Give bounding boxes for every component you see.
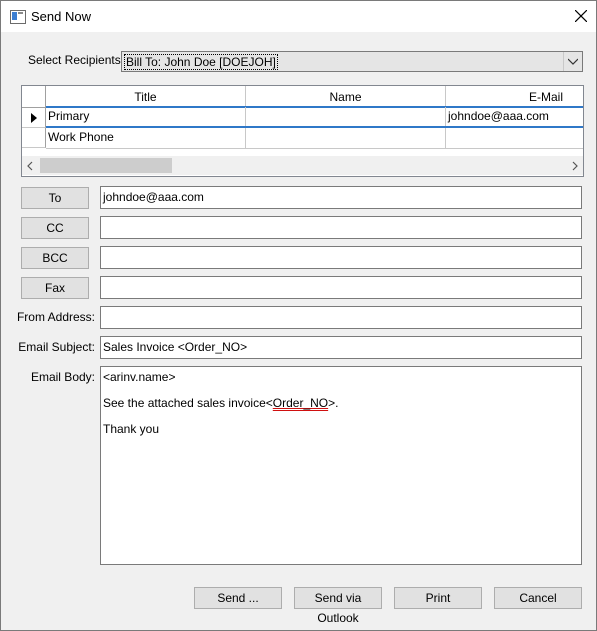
body-line-1: <arinv.name> xyxy=(103,370,176,384)
email-subject-label: Email Subject: xyxy=(18,340,95,354)
body-line-2-prefix: See the attached sales invoice< xyxy=(103,396,273,410)
recipients-grid[interactable]: Title Name E-Mail Primary johndoe@aaa.co… xyxy=(21,85,584,177)
fax-button[interactable]: Fax xyxy=(21,277,89,299)
cancel-button[interactable]: Cancel xyxy=(494,587,582,609)
print-button[interactable]: Print xyxy=(394,587,482,609)
cc-field[interactable] xyxy=(100,216,582,239)
grid-cell-name[interactable] xyxy=(246,128,446,149)
email-subject-field[interactable]: Sales Invoice <Order_NO> xyxy=(100,336,582,359)
close-button[interactable] xyxy=(566,1,596,32)
recipients-selected-value: Bill To: John Doe [DOEJOH] xyxy=(124,54,278,70)
scroll-right-button[interactable] xyxy=(566,156,583,175)
bcc-field[interactable] xyxy=(100,246,582,269)
horizontal-scrollbar[interactable] xyxy=(22,156,583,175)
column-header-title[interactable]: Title xyxy=(46,86,246,107)
app-window-icon xyxy=(10,10,26,24)
body-line-3: Thank you xyxy=(103,422,160,436)
email-body-textarea[interactable]: <arinv.name> See the attached sales invo… xyxy=(100,366,582,565)
grid-cell-email[interactable] xyxy=(446,128,583,149)
scroll-left-button[interactable] xyxy=(22,156,39,175)
grid-cell-title[interactable]: Work Phone xyxy=(46,128,246,149)
chevron-down-icon xyxy=(568,58,578,65)
bcc-button[interactable]: BCC xyxy=(21,247,89,269)
body-line-2: See the attached sales invoice<Order_NO>… xyxy=(103,396,338,410)
close-icon xyxy=(575,10,587,22)
row-header-current[interactable] xyxy=(22,108,46,128)
send-now-dialog: Send Now Select Recipients: Bill To: Joh… xyxy=(0,0,597,631)
grid-cell-name[interactable] xyxy=(246,107,446,128)
send-button[interactable]: Send ... xyxy=(194,587,282,609)
title-bar: Send Now xyxy=(1,1,596,32)
cc-button[interactable]: CC xyxy=(21,217,89,239)
grid-cell-title[interactable]: Primary xyxy=(46,107,246,128)
to-field-value: johndoe@aaa.com xyxy=(103,190,204,204)
window-title: Send Now xyxy=(31,9,91,24)
column-header-name[interactable]: Name xyxy=(246,86,446,107)
from-address-field[interactable] xyxy=(100,306,582,329)
misspelled-word: Order_NO xyxy=(272,396,329,410)
recipients-dropdown[interactable]: Bill To: John Doe [DOEJOH] xyxy=(121,51,583,72)
current-row-pointer-icon xyxy=(31,113,37,123)
to-field[interactable]: johndoe@aaa.com xyxy=(100,186,582,209)
dropdown-arrow[interactable] xyxy=(563,52,582,71)
from-address-label: From Address: xyxy=(16,310,95,324)
select-recipients-label: Select Recipients: xyxy=(28,53,125,67)
column-header-email[interactable]: E-Mail xyxy=(446,86,583,107)
grid-corner xyxy=(22,86,46,108)
email-body-label: Email Body: xyxy=(30,370,95,384)
fax-field[interactable] xyxy=(100,276,582,299)
to-button[interactable]: To xyxy=(21,187,89,209)
chevron-right-icon xyxy=(572,161,578,171)
row-header[interactable] xyxy=(22,128,46,148)
grid-cell-email[interactable]: johndoe@aaa.com xyxy=(446,107,583,128)
email-subject-value: Sales Invoice <Order_NO> xyxy=(103,340,248,354)
chevron-left-icon xyxy=(27,161,33,171)
scrollbar-thumb[interactable] xyxy=(40,158,172,173)
send-via-outlook-button[interactable]: Send via Outlook xyxy=(294,587,382,625)
body-line-2-suffix: >. xyxy=(328,396,339,410)
